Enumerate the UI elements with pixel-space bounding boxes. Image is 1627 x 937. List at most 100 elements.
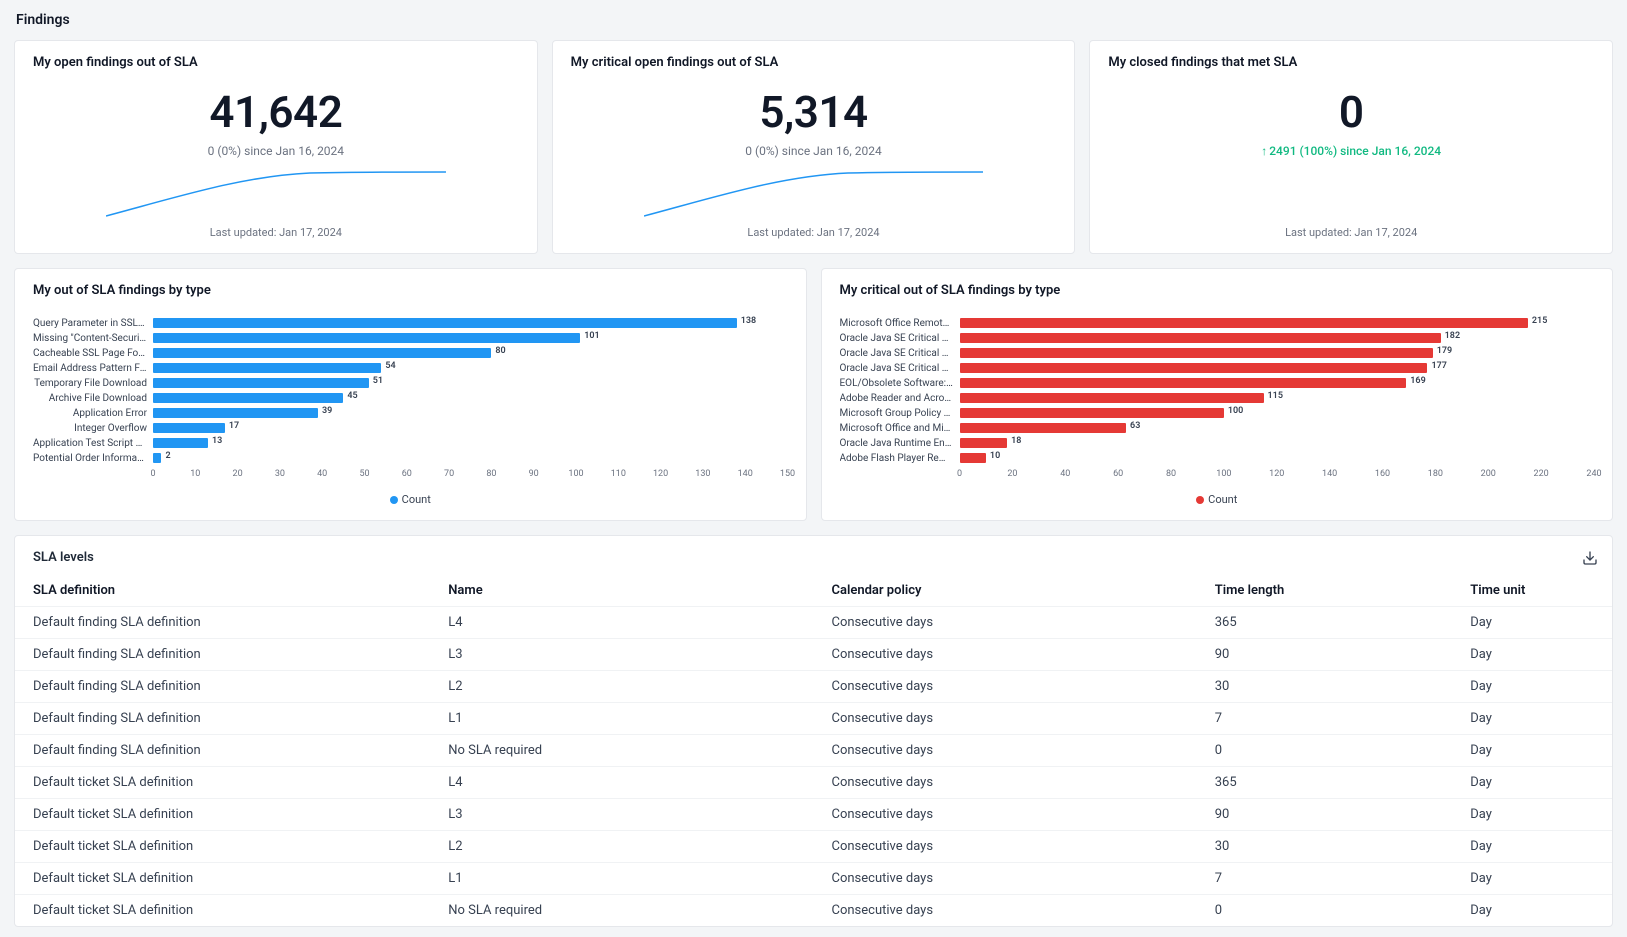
- table-cell: Consecutive days: [813, 895, 1196, 927]
- bar-track: 39: [153, 408, 788, 418]
- barchart[interactable]: Microsoft Office Remote C...215Oracle Ja…: [840, 316, 1595, 481]
- bar-value: 18: [1011, 436, 1021, 446]
- table-header-cell[interactable]: Name: [430, 575, 813, 607]
- axis-tick: 140: [1322, 469, 1337, 479]
- bar-row[interactable]: Oracle Java SE Critical Pat...179: [840, 346, 1595, 360]
- table-cell: L1: [430, 863, 813, 895]
- table-cell: 7: [1197, 703, 1453, 735]
- bar-label: Integer Overflow: [33, 423, 153, 434]
- axis-tick: 140: [738, 469, 753, 479]
- bar-track: 51: [153, 378, 788, 388]
- download-icon[interactable]: [1582, 550, 1598, 570]
- bar-fill: [153, 438, 208, 448]
- barchart[interactable]: Query Parameter in SSL R...138Missing "C…: [33, 316, 788, 481]
- bar-row[interactable]: Adobe Reader and Acroba...115: [840, 391, 1595, 405]
- table-row[interactable]: Default finding SLA definitionL1Consecut…: [15, 703, 1612, 735]
- table-row[interactable]: Default ticket SLA definitionL2Consecuti…: [15, 831, 1612, 863]
- table-cell: 30: [1197, 671, 1453, 703]
- table-cell: Day: [1452, 767, 1612, 799]
- bar-row[interactable]: Cacheable SSL Page Found80: [33, 346, 788, 360]
- bar-label: Potential Order Informatio...: [33, 453, 153, 464]
- bar-row[interactable]: Microsoft Group Policy Re...100: [840, 406, 1595, 420]
- bar-value: 17: [229, 421, 239, 431]
- axis-tick: 0: [957, 469, 962, 479]
- bar-value: 2: [165, 451, 170, 461]
- bar-fill: [960, 318, 1528, 328]
- kpi-delta: 0 (0%) since Jan 16, 2024: [33, 144, 519, 158]
- bar-value: 10: [990, 451, 1000, 461]
- table-row[interactable]: Default ticket SLA definitionL1Consecuti…: [15, 863, 1612, 895]
- table-cell: Consecutive days: [813, 639, 1196, 671]
- bar-row[interactable]: Email Address Pattern Fou...54: [33, 361, 788, 375]
- table-row[interactable]: Default finding SLA definitionL4Consecut…: [15, 607, 1612, 639]
- bar-row[interactable]: EOL/Obsolete Software: O...169: [840, 376, 1595, 390]
- bar-label: Application Error: [33, 408, 153, 419]
- bar-track: 18: [960, 438, 1595, 448]
- axis-tick: 100: [1216, 469, 1231, 479]
- table-row[interactable]: Default ticket SLA definitionL3Consecuti…: [15, 799, 1612, 831]
- bar-row[interactable]: Microsoft Office Remote C...215: [840, 316, 1595, 330]
- bar-fill: [153, 453, 161, 463]
- table-header-cell[interactable]: SLA definition: [15, 575, 430, 607]
- bar-row[interactable]: Oracle Java SE Critical Pat...177: [840, 361, 1595, 375]
- bar-row[interactable]: Query Parameter in SSL R...138: [33, 316, 788, 330]
- bar-track: 45: [153, 393, 788, 403]
- table-header-cell[interactable]: Calendar policy: [813, 575, 1196, 607]
- axis-tick: 120: [1269, 469, 1284, 479]
- kpi-value: 0: [1108, 86, 1594, 138]
- kpi-last-updated: Last updated: Jan 17, 2024: [1108, 226, 1594, 239]
- bar-row[interactable]: Application Error39: [33, 406, 788, 420]
- axis-tick: 50: [359, 469, 369, 479]
- table-cell: 7: [1197, 863, 1453, 895]
- bar-value: 13: [212, 436, 222, 446]
- bar-row[interactable]: Adobe Flash Player Remot...10: [840, 451, 1595, 465]
- table-header-cell[interactable]: Time length: [1197, 575, 1453, 607]
- axis-tick: 80: [1166, 469, 1176, 479]
- legend-dot-icon: [1196, 496, 1204, 504]
- bar-track: 138: [153, 318, 788, 328]
- kpi-value: 41,642: [33, 86, 519, 138]
- bar-label: Temporary File Download: [33, 378, 153, 389]
- bar-fill: [960, 378, 1407, 388]
- axis-tick: 120: [653, 469, 668, 479]
- bar-label: Application Test Script Det...: [33, 438, 153, 449]
- table-cell: Default ticket SLA definition: [15, 895, 430, 927]
- bar-row[interactable]: Microsoft Office and Micro...63: [840, 421, 1595, 435]
- table-row[interactable]: Default finding SLA definitionNo SLA req…: [15, 735, 1612, 767]
- sparkline: [33, 158, 519, 218]
- table-cell: L3: [430, 639, 813, 671]
- bar-track: 54: [153, 363, 788, 373]
- bar-fill: [960, 453, 986, 463]
- bar-row[interactable]: Oracle Java Runtime Envir...18: [840, 436, 1595, 450]
- bar-row[interactable]: Missing "Content-Security...101: [33, 331, 788, 345]
- bar-row[interactable]: Oracle Java SE Critical Pat...182: [840, 331, 1595, 345]
- bar-row[interactable]: Application Test Script Det... 13: [33, 436, 788, 450]
- axis-tick: 70: [444, 469, 454, 479]
- kpi-card-critical-out-of-sla: My critical open findings out of SLA 5,3…: [552, 40, 1076, 254]
- table-row[interactable]: Default ticket SLA definitionNo SLA requ…: [15, 895, 1612, 927]
- table-cell: L4: [430, 607, 813, 639]
- bar-row[interactable]: Integer Overflow 17: [33, 421, 788, 435]
- bar-track: 63: [960, 423, 1595, 433]
- axis-tick: 110: [611, 469, 626, 479]
- table-header-cell[interactable]: Time unit: [1452, 575, 1612, 607]
- table-row[interactable]: Default finding SLA definitionL2Consecut…: [15, 671, 1612, 703]
- bar-fill: [960, 408, 1224, 418]
- bar-track: 100: [960, 408, 1595, 418]
- bar-value: 115: [1268, 391, 1283, 401]
- table-cell: Day: [1452, 703, 1612, 735]
- barchart-card-critical-out-of-sla-by-type: My critical out of SLA findings by type …: [821, 268, 1614, 521]
- table-row[interactable]: Default finding SLA definitionL3Consecut…: [15, 639, 1612, 671]
- page-title: Findings: [16, 12, 1613, 28]
- bar-row[interactable]: Archive File Download45: [33, 391, 788, 405]
- bar-track: 17: [153, 423, 788, 433]
- bar-value: 101: [584, 331, 599, 341]
- bar-row[interactable]: Potential Order Informatio... 2: [33, 451, 788, 465]
- table-cell: Default ticket SLA definition: [15, 799, 430, 831]
- bar-fill: [960, 348, 1433, 358]
- table-title: SLA levels: [15, 550, 1612, 575]
- table-row[interactable]: Default ticket SLA definitionL4Consecuti…: [15, 767, 1612, 799]
- bar-label: Oracle Java SE Critical Pat...: [840, 348, 960, 359]
- bar-fill: [960, 363, 1428, 373]
- bar-row[interactable]: Temporary File Download51: [33, 376, 788, 390]
